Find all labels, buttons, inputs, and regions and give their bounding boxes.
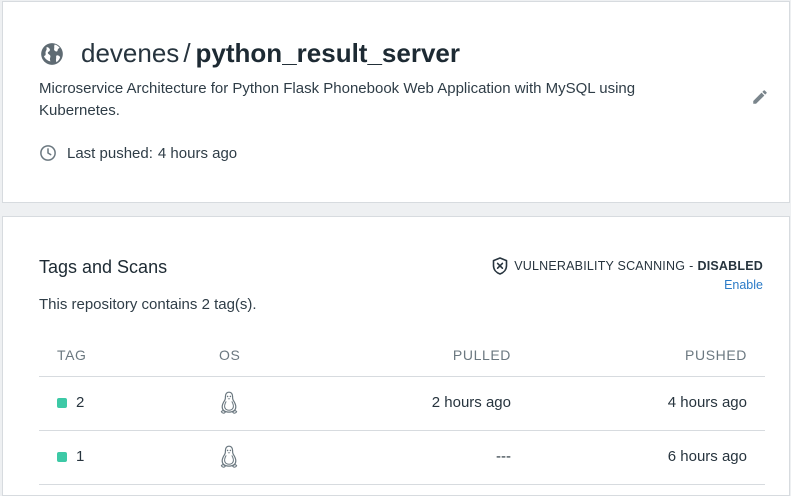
tag-status-dot (57, 451, 67, 462)
tag-link[interactable]: 1 (57, 448, 84, 465)
table-row[interactable]: 2 2 hours ago 4 hours ago (39, 377, 765, 431)
repository-namespace[interactable]: devenes (81, 38, 179, 69)
last-pushed-info: Last pushed: 4 hours ago (39, 144, 237, 162)
column-header-pulled[interactable]: PULLED (453, 347, 511, 363)
last-pushed-label: Last pushed: (67, 144, 153, 162)
enable-scanning-link[interactable]: Enable (724, 278, 763, 292)
tag-name[interactable]: 1 (76, 448, 84, 465)
tag-count-text: This repository contains 2 tag(s). (39, 296, 257, 313)
tag-status-dot (57, 397, 67, 408)
tag-name[interactable]: 2 (76, 394, 84, 411)
tag-pulled-time: --- (496, 448, 511, 465)
tags-and-scans-card: Tags and Scans VULNERABILITY SCANNING - … (2, 216, 790, 496)
repository-name: python_result_server (195, 38, 460, 68)
tags-table-header: TAG OS PULLED PUSHED (39, 335, 765, 377)
vulnerability-separator: - (689, 259, 694, 273)
vulnerability-status: DISABLED (697, 259, 763, 273)
clock-icon (39, 144, 57, 162)
last-pushed-value: 4 hours ago (157, 144, 238, 162)
tag-pushed-time: 4 hours ago (667, 394, 747, 411)
pencil-icon[interactable] (751, 88, 769, 106)
tags-section-title: Tags and Scans (39, 257, 168, 277)
linux-icon (219, 445, 239, 469)
column-header-pushed[interactable]: PUSHED (685, 347, 747, 363)
repository-description: Microservice Architecture for Python Fla… (39, 80, 636, 119)
tag-link[interactable]: 2 (57, 394, 84, 411)
tag-pushed-time: 6 hours ago (667, 448, 747, 465)
repository-info-card: devenes / python_result_server Microserv… (2, 1, 790, 203)
tags-table: TAG OS PULLED PUSHED 2 2 hours ago 4 hou… (39, 335, 765, 485)
linux-icon (219, 391, 239, 415)
repository-separator: / (183, 38, 191, 68)
vulnerability-label: VULNERABILITY SCANNING (514, 259, 686, 273)
shield-icon (492, 257, 508, 275)
column-header-tag[interactable]: TAG (57, 347, 87, 363)
column-header-os: OS (219, 347, 241, 363)
vulnerability-scanning-status: VULNERABILITY SCANNING - DISABLED (492, 257, 763, 275)
table-row[interactable]: 1 --- 6 hours ago (39, 431, 765, 485)
globe-icon (39, 41, 65, 67)
repository-title: devenes / python_result_server (39, 38, 460, 69)
tag-pulled-time: 2 hours ago (431, 394, 511, 411)
